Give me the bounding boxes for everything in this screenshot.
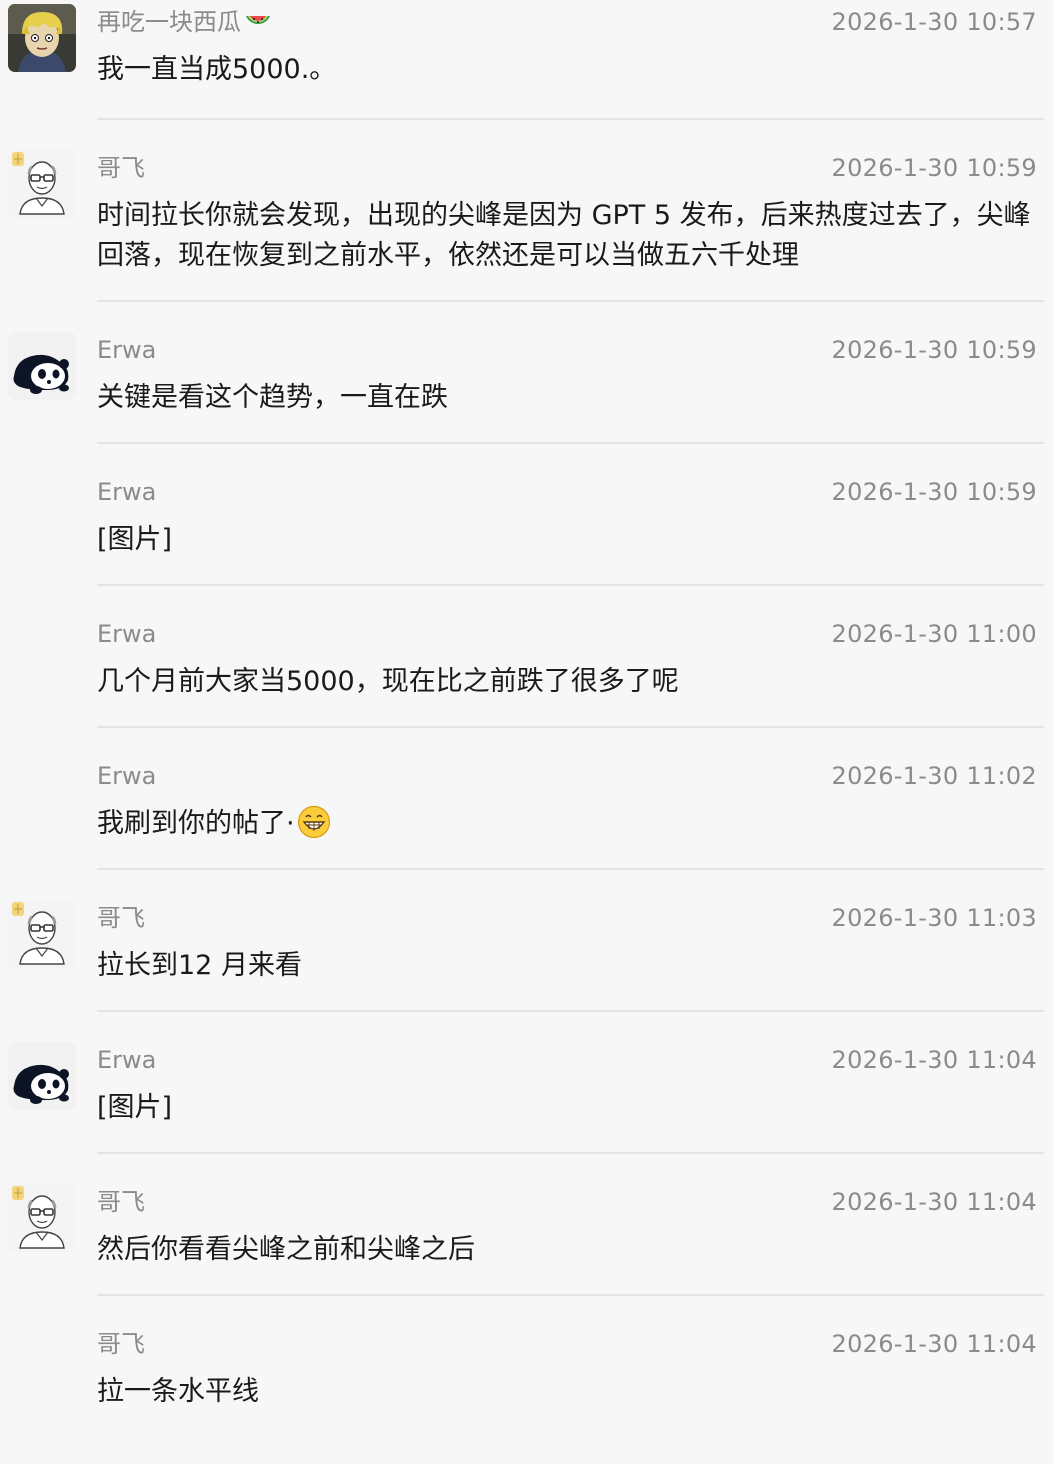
comment-timestamp: 2026-1-30 11:04 [831,1188,1037,1216]
divider [97,1152,1044,1154]
comment-username[interactable]: 哥飞 [97,152,145,184]
comment-text: 几个月前大家当5000，现在比之前跌了很多了呢 [97,666,679,697]
comment-item: 再吃一块西瓜 2026-1-30 10:57 我一直当成5000.。 [0,4,1054,146]
comment-timestamp: 2026-1-30 10:59 [831,336,1037,364]
panda-avatar-icon [8,1042,76,1110]
blonde-character-avatar-icon [8,4,76,72]
comment-timestamp: 2026-1-30 11:04 [831,1330,1037,1358]
divider [97,1010,1044,1012]
comment-text: 我一直当成5000.。 [97,54,337,85]
bald-man-glasses-avatar-icon [8,900,76,968]
bald-man-glasses-avatar-icon [8,150,76,218]
comment-timestamp: 2026-1-30 10:59 [831,154,1037,182]
comment-text: 拉一条水平线 [97,1376,259,1407]
comment-item: Erwa 2026-1-30 11:04 [图片] [0,1038,1054,1180]
comment-item: 哥飞 2026-1-30 11:03 拉长到12 月来看 [0,896,1054,1038]
comment-username[interactable]: Erwa [97,1044,156,1076]
divider [97,584,1044,586]
divider [97,442,1044,444]
comment-timestamp: 2026-1-30 11:00 [831,620,1037,648]
comment-text-content: 我刷到你的帖了· [97,808,295,839]
comment-username[interactable]: 再吃一块西瓜 [97,6,273,38]
divider [97,118,1044,120]
comment-item: 哥飞 2026-1-30 10:59 时间拉长你就会发现，出现的尖峰是因为 GP… [0,146,1054,288]
comment-text: 时间拉长你就会发现，出现的尖峰是因为 GPT 5 发布，后来热度过去了，尖峰回落… [97,200,1031,271]
comment-item: Erwa 2026-1-30 10:59 [图片] [0,470,1054,612]
comment-timestamp: 2026-1-30 11:04 [831,1046,1037,1074]
divider [97,868,1044,870]
comment-username[interactable]: 哥飞 [97,1328,145,1360]
comment-item: 哥飞 2026-1-30 11:04 拉一条水平线 [0,1322,1054,1464]
comment-item: Erwa 2026-1-30 11:02 我刷到你的帖了· [0,754,1054,896]
comment-item: 哥飞 2026-1-30 11:04 然后你看看尖峰之前和尖峰之后 [0,1180,1054,1322]
comment-item: Erwa 2026-1-30 11:00 几个月前大家当5000，现在比之前跌了… [0,612,1054,754]
comment-image-placeholder[interactable]: [图片] [97,520,1042,560]
comment-timestamp: 2026-1-30 10:59 [831,478,1037,506]
comment-username[interactable]: Erwa [97,760,156,792]
comment-text: 然后你看看尖峰之前和尖峰之后 [97,1234,475,1265]
comment-username[interactable]: Erwa [97,476,156,508]
bald-man-glasses-avatar-icon [8,1184,76,1252]
avatar[interactable] [8,4,76,72]
grinning-face-icon [297,805,331,839]
username-text: 再吃一块西瓜 [97,8,241,36]
comment-username[interactable]: Erwa [97,334,156,366]
comment-image-placeholder[interactable]: [图片] [97,1088,1042,1128]
comment-text: 拉长到12 月来看 [97,950,302,981]
avatar[interactable] [8,332,76,400]
watermelon-icon [243,6,273,36]
comment-timestamp: 2026-1-30 11:02 [831,762,1037,790]
avatar[interactable] [8,1042,76,1110]
avatar[interactable] [8,900,76,968]
comment-item: Erwa 2026-1-30 10:59 关键是看这个趋势，一直在跌 [0,328,1054,470]
divider [97,1294,1044,1296]
comment-username[interactable]: 哥飞 [97,1186,145,1218]
comment-username[interactable]: 哥飞 [97,902,145,934]
comment-timestamp: 2026-1-30 11:03 [831,904,1037,932]
comment-timestamp: 2026-1-30 10:57 [831,8,1037,36]
avatar[interactable] [8,1184,76,1252]
panda-avatar-icon [8,332,76,400]
divider [97,726,1044,728]
avatar[interactable] [8,150,76,218]
comment-text: 我刷到你的帖了· [97,804,1042,844]
comment-text: 关键是看这个趋势，一直在跌 [97,382,448,413]
divider [97,300,1044,302]
comment-username[interactable]: Erwa [97,618,156,650]
